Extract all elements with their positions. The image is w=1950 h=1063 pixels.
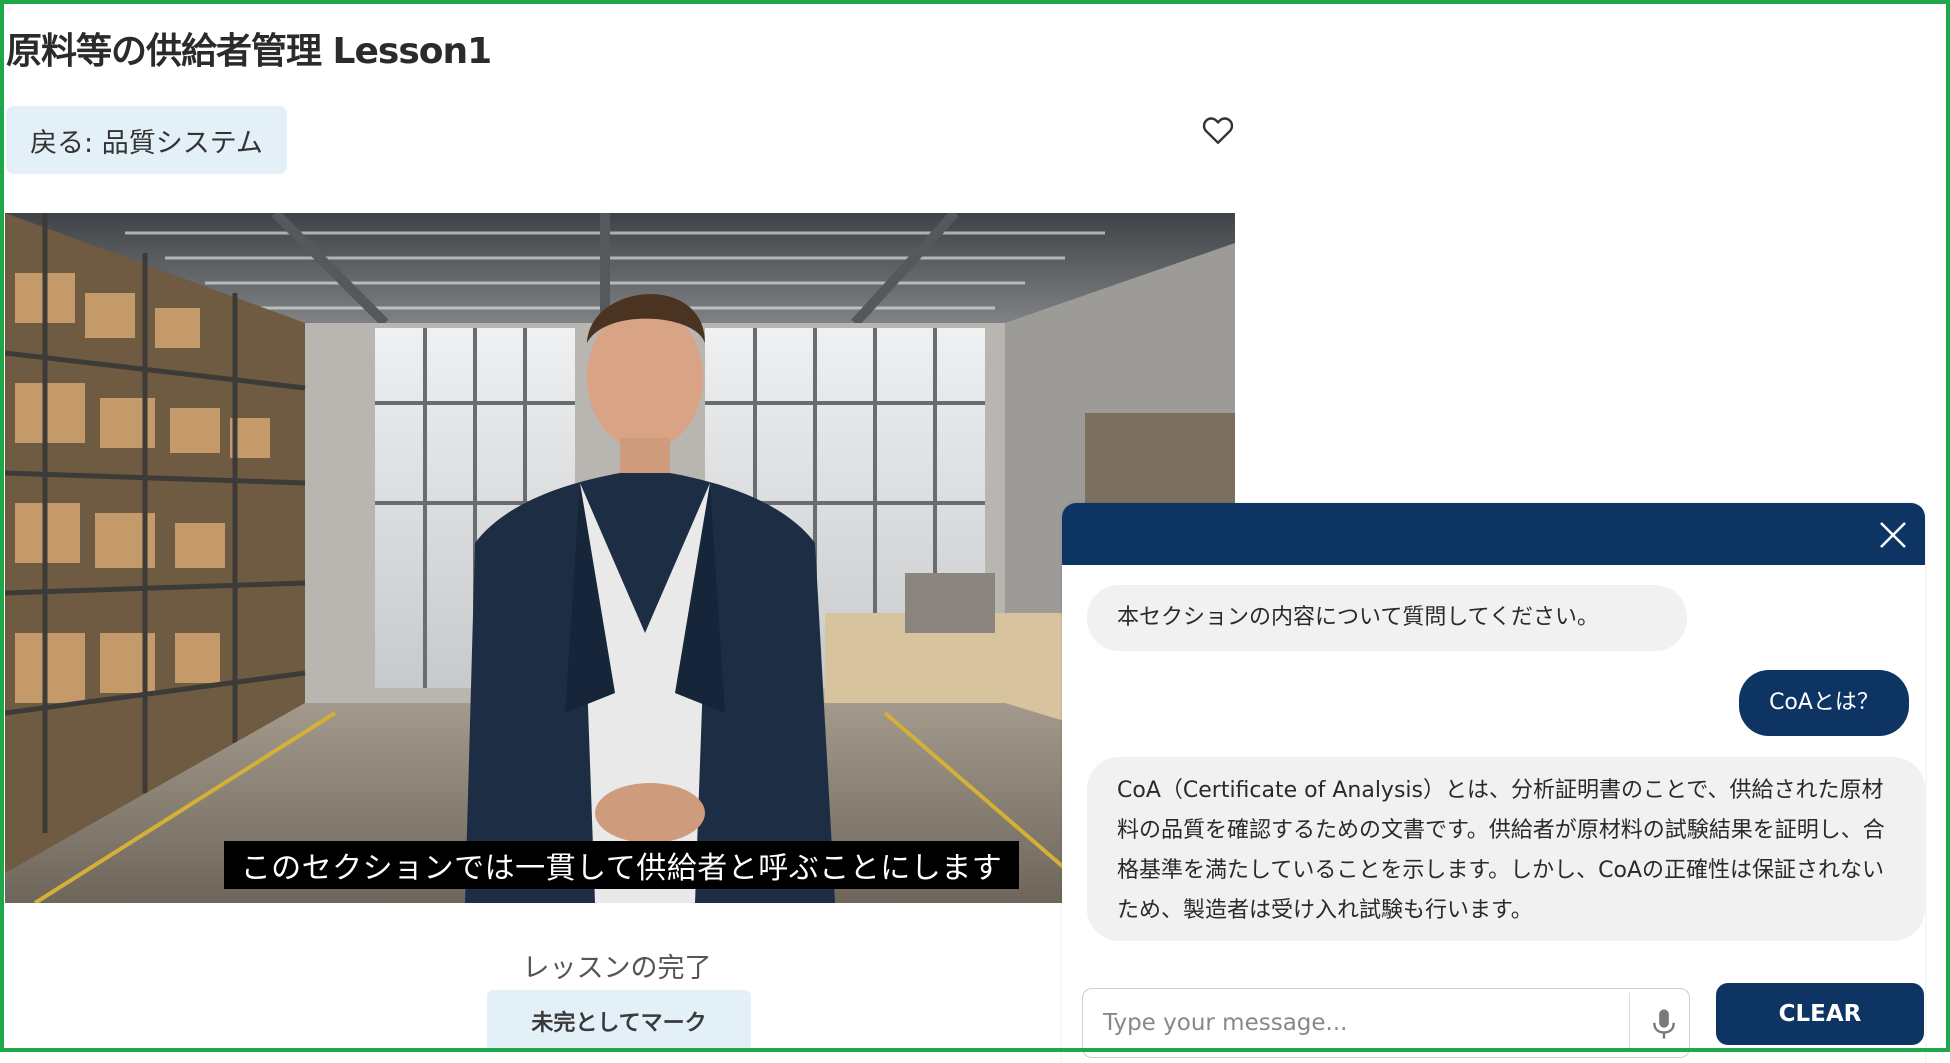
chat-message-bot: CoA（Certificate of Analysis）とは、分析証明書のことで… <box>1087 757 1925 941</box>
mark-incomplete-button[interactable]: 未完としてマーク <box>487 990 751 1052</box>
chat-message-input[interactable] <box>1083 989 1623 1057</box>
microphone-icon[interactable] <box>1649 1007 1679 1041</box>
chat-message-user: CoAとは？ <box>1739 670 1909 736</box>
back-button[interactable]: 戻る: 品質システム <box>6 106 287 174</box>
input-divider <box>1629 993 1630 1053</box>
lesson-complete-label: レッスンの完了 <box>522 953 712 984</box>
page-title: 原料等の供給者管理 Lesson1 <box>6 31 492 72</box>
close-icon[interactable] <box>1875 517 1911 553</box>
chat-input-box <box>1082 988 1690 1058</box>
video-subtitle: このセクションでは一貫して供給者と呼ぶことにします <box>224 841 1019 889</box>
chat-message-bot: 本セクションの内容について質問してください。 <box>1087 585 1687 651</box>
heart-icon[interactable] <box>1200 112 1236 148</box>
video-frame <box>5 213 1235 903</box>
clear-button[interactable]: CLEAR <box>1716 983 1924 1045</box>
video-player[interactable]: このセクションでは一貫して供給者と呼ぶことにします <box>5 213 1235 903</box>
chat-header <box>1062 503 1925 565</box>
